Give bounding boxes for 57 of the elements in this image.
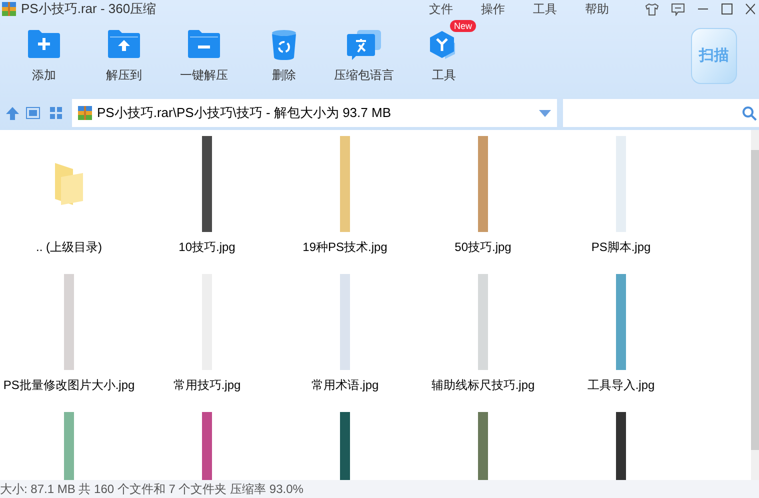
file-name[interactable]: 工具导入.jpg [587,376,655,394]
image-thumbnail[interactable] [478,136,488,232]
address-path: PS小技巧.rar\PS小技巧\技巧 - 解包大小为 93.7 MB [97,104,391,122]
image-thumbnail[interactable] [340,136,350,232]
maximize-icon[interactable] [721,3,733,15]
file-name[interactable]: 10技巧.jpg [178,238,236,256]
file-name[interactable]: .. (上级目录) [36,238,102,256]
close-icon[interactable] [745,3,755,15]
new-badge: New [450,20,476,32]
image-thumbnail[interactable] [64,412,74,480]
toolbar-button[interactable]: 解压到 [84,30,164,84]
file-name[interactable]: PS脚本.jpg [591,238,651,256]
menu-item[interactable]: 文件 [429,0,453,18]
toolbar-button[interactable]: 删除 [244,30,324,84]
image-thumbnail[interactable] [616,274,626,370]
grid-view-icon[interactable] [50,107,62,120]
scrollbar[interactable] [751,130,759,480]
folder-plus-icon [28,30,60,58]
menu-item[interactable]: 帮助 [585,0,609,18]
file-name[interactable]: PS批量修改图片大小.jpg [3,376,135,394]
image-thumbnail[interactable] [340,412,350,480]
toolbar-button[interactable]: 压缩包语言 [324,30,404,84]
toolbar-button[interactable]: 添加 [4,30,84,84]
image-thumbnail[interactable] [616,136,626,232]
up-arrow-icon[interactable] [6,106,19,120]
detail-view-icon[interactable] [26,107,40,120]
archive-icon [2,2,16,16]
toolbar-button[interactable]: 工具 [404,30,484,84]
dropdown-icon[interactable] [539,110,551,117]
folder-minus-icon [188,30,220,58]
image-thumbnail[interactable] [340,274,350,370]
file-name[interactable]: 50技巧.jpg [454,238,512,256]
archive-icon [78,106,92,120]
window-title: PS小技巧.rar - 360压缩 [21,0,156,18]
file-name[interactable]: 19种PS技术.jpg [302,238,388,256]
file-name[interactable]: 常用术语.jpg [311,376,379,394]
message-icon[interactable] [671,2,685,16]
image-thumbnail[interactable] [478,274,488,370]
file-name[interactable]: 辅助线标尺技巧.jpg [431,376,535,394]
shirt-icon[interactable] [645,2,659,16]
menu-item[interactable]: 工具 [533,0,557,18]
toolbar-button[interactable]: 一键解压 [164,30,244,84]
menu-item[interactable]: 操作 [481,0,505,18]
image-thumbnail[interactable] [202,412,212,480]
image-thumbnail[interactable] [616,412,626,480]
status-text: 大小: 87.1 MB 共 160 个文件和 7 个文件夹 压缩率 93.0% [0,480,759,498]
address-bar[interactable]: PS小技巧.rar\PS小技巧\技巧 - 解包大小为 93.7 MB [72,99,557,128]
translate-icon [347,30,381,60]
file-name[interactable]: 常用技巧.jpg [173,376,241,394]
image-thumbnail[interactable] [64,274,74,370]
folder-upload-icon [108,30,140,58]
image-thumbnail[interactable] [478,412,488,480]
folder-icon[interactable] [55,163,83,205]
search-field[interactable] [563,99,759,128]
search-icon[interactable] [742,106,757,121]
image-thumbnail[interactable] [202,136,212,232]
recycle-bin-icon [272,30,296,60]
